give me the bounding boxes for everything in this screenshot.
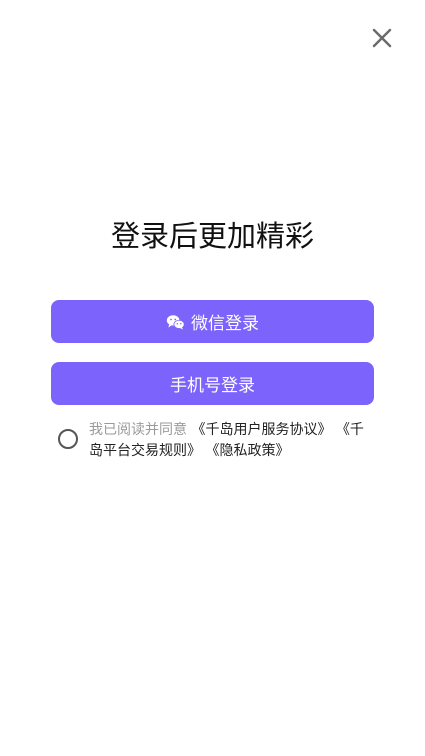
privacy-policy-link[interactable]: 《隐私政策》 bbox=[205, 443, 289, 459]
wechat-login-label: 微信登录 bbox=[191, 314, 259, 334]
close-icon bbox=[372, 28, 392, 48]
wechat-icon bbox=[166, 314, 185, 330]
page-title: 登录后更加精彩 bbox=[110, 219, 314, 253]
phone-login-button[interactable]: 手机号登录 bbox=[51, 362, 374, 405]
agreement-radio[interactable] bbox=[58, 429, 78, 449]
phone-login-label: 手机号登录 bbox=[170, 376, 255, 396]
user-service-agreement-link[interactable]: 《千岛用户服务协议》 bbox=[191, 422, 331, 438]
close-button[interactable] bbox=[368, 24, 396, 52]
wechat-login-button[interactable]: 微信登录 bbox=[51, 300, 374, 343]
agreement-text: 我已阅读并同意 《千岛用户服务协议》 《千岛平台交易规则》 《隐私政策》 bbox=[89, 420, 374, 462]
agreement-prefix: 我已阅读并同意 bbox=[89, 422, 187, 438]
